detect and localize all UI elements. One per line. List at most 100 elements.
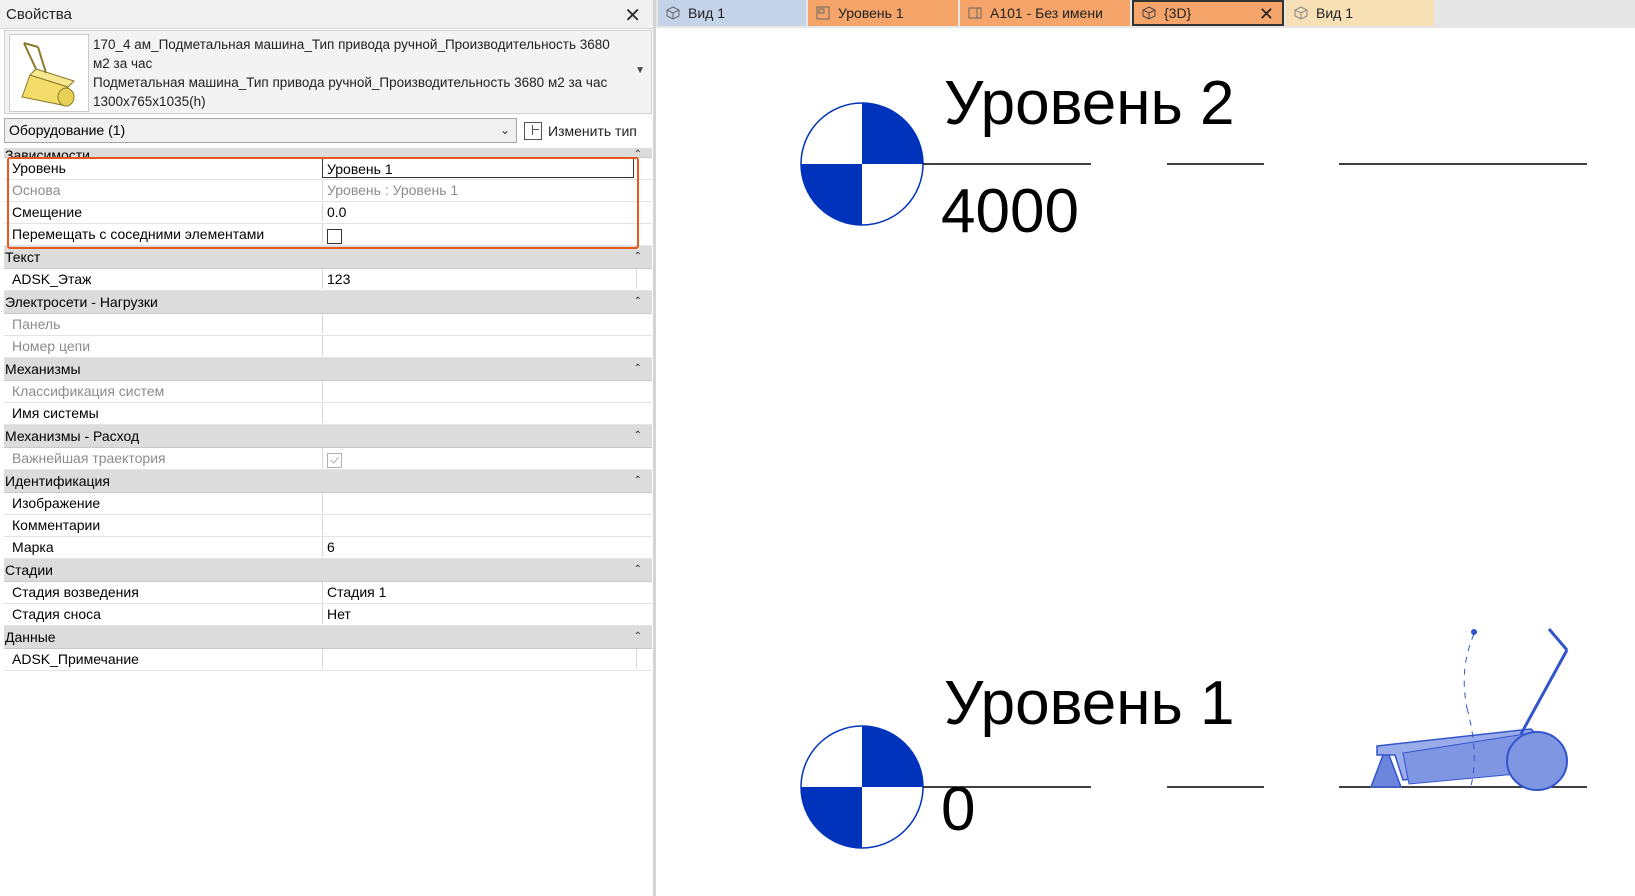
- scrollbar[interactable]: [636, 269, 650, 289]
- level-2-name[interactable]: Уровень 2: [944, 68, 1235, 139]
- prop-value-input[interactable]: Стадия 1: [322, 582, 634, 602]
- collapse-icon[interactable]: ⌃: [634, 559, 642, 581]
- close-icon[interactable]: ✕: [1259, 4, 1274, 25]
- sweeper-machine[interactable]: [1369, 628, 1569, 791]
- prop-value-input[interactable]: [322, 649, 634, 669]
- prop-value: Уровень : Уровень 1: [322, 180, 634, 200]
- prop-row-level[interactable]: Уровень Уровень 1: [4, 158, 652, 180]
- section-title: Идентификация: [5, 473, 110, 489]
- chevron-down-icon[interactable]: ⌄: [500, 119, 510, 142]
- prop-value: [322, 336, 634, 356]
- prop-row-phase-created[interactable]: Стадия возведения Стадия 1: [4, 582, 652, 604]
- 3d-view-icon: [666, 6, 680, 20]
- section-mechanical[interactable]: Механизмы ⌃: [4, 358, 652, 381]
- tab-label: Вид 1: [688, 5, 726, 21]
- section-identity[interactable]: Идентификация ⌃: [4, 470, 652, 493]
- prop-row-comments[interactable]: Комментарии: [4, 515, 652, 537]
- floor-plan-icon: [816, 6, 830, 20]
- edit-type-button[interactable]: Изменить тип: [524, 118, 637, 143]
- view-canvas[interactable]: Уровень 2 4000 Уровень 1 0: [659, 28, 1635, 896]
- level-1-name[interactable]: Уровень 1: [944, 668, 1235, 739]
- prop-value-input[interactable]: 0.0: [322, 202, 634, 222]
- prop-value: [322, 381, 634, 401]
- prop-label: Панель: [12, 316, 61, 332]
- prop-row-image[interactable]: Изображение: [4, 493, 652, 515]
- prop-row-floor[interactable]: ADSK_Этаж 123: [4, 269, 652, 291]
- prop-row-critical-path: Важнейшая траектория: [4, 448, 652, 470]
- tab-label: Вид 1: [1316, 5, 1354, 21]
- section-title: Механизмы: [5, 361, 81, 377]
- level-1-elevation[interactable]: 0: [941, 774, 975, 845]
- tab-label: Уровень 1: [838, 5, 904, 21]
- checkbox[interactable]: [327, 228, 342, 244]
- prop-label: Смещение: [12, 204, 83, 220]
- prop-value-input[interactable]: [322, 493, 634, 513]
- collapse-icon[interactable]: ⌃: [634, 246, 642, 268]
- section-text[interactable]: Текст ⌃: [4, 246, 652, 269]
- section-title: Стадии: [5, 562, 53, 578]
- prop-row-note[interactable]: ADSK_Примечание: [4, 649, 652, 671]
- prop-row-panel: Панель: [4, 314, 652, 336]
- prop-value-input[interactable]: 123: [322, 269, 634, 289]
- section-title: Данные: [5, 629, 56, 645]
- prop-label: Стадия сноса: [12, 606, 101, 622]
- section-title: Электросети - Нагрузки: [5, 294, 158, 310]
- prop-row-mark[interactable]: Марка 6: [4, 537, 652, 559]
- family-thumbnail: [9, 34, 89, 112]
- collapse-icon[interactable]: ⌃: [634, 425, 642, 447]
- collapse-icon[interactable]: ⌃: [634, 358, 642, 380]
- category-filter-value: Оборудование (1): [9, 122, 126, 138]
- prop-row-phase-demolished[interactable]: Стадия сноса Нет: [4, 604, 652, 626]
- prop-value-input[interactable]: Нет: [322, 604, 634, 624]
- collapse-icon[interactable]: ⌃: [634, 291, 642, 313]
- elevation-drawing: [800, 102, 1587, 849]
- sheet-icon: [968, 7, 982, 19]
- category-filter-select[interactable]: Оборудование (1) ⌄: [4, 118, 517, 143]
- prop-value-input[interactable]: [322, 515, 634, 535]
- view-tabs: Вид 1 Уровень 1 A101 - Без имени {3D} ✕ …: [656, 0, 1635, 28]
- properties-title: Свойства: [6, 5, 72, 23]
- prop-value-input[interactable]: [322, 403, 634, 423]
- prop-value-input[interactable]: Уровень 1: [322, 158, 634, 178]
- tab-view-1-second[interactable]: Вид 1: [1286, 0, 1434, 26]
- prop-value: [322, 448, 634, 468]
- prop-row-offset[interactable]: Смещение 0.0: [4, 202, 652, 224]
- prop-label: Изображение: [12, 495, 101, 511]
- edit-type-icon: [524, 121, 542, 140]
- tab-level-1[interactable]: Уровень 1: [808, 0, 958, 26]
- tab-sheet-a101[interactable]: A101 - Без имени: [960, 0, 1130, 26]
- prop-value-input[interactable]: 6: [322, 537, 634, 557]
- dropdown-arrow-icon[interactable]: ▼: [635, 65, 645, 76]
- prop-value: [322, 224, 634, 244]
- prop-label: Уровень: [12, 160, 66, 176]
- level-2-marker[interactable]: [800, 102, 924, 226]
- section-phasing[interactable]: Стадии ⌃: [4, 559, 652, 582]
- section-constraints[interactable]: Зависимости ⌃: [4, 148, 652, 158]
- prop-label: Основа: [12, 182, 61, 198]
- prop-row-moves-with-nearby[interactable]: Перемещать с соседними элементами: [4, 224, 652, 246]
- 3d-view-icon: [1142, 6, 1156, 20]
- prop-label: Марка: [12, 539, 54, 555]
- section-electrical[interactable]: Электросети - Нагрузки ⌃: [4, 291, 652, 314]
- collapse-icon[interactable]: ⌃: [634, 148, 642, 157]
- level-1-marker[interactable]: [800, 725, 924, 849]
- collapse-icon[interactable]: ⌃: [634, 626, 642, 648]
- scrollbar[interactable]: [636, 649, 650, 669]
- prop-label: Важнейшая траектория: [12, 450, 166, 466]
- 3d-view-icon: [1294, 6, 1308, 20]
- prop-row-system-name[interactable]: Имя системы: [4, 403, 652, 425]
- collapse-icon[interactable]: ⌃: [634, 470, 642, 492]
- tab-3d-active[interactable]: {3D} ✕: [1132, 0, 1284, 26]
- section-mechanical-flow[interactable]: Механизмы - Расход ⌃: [4, 425, 652, 448]
- close-icon[interactable]: ✕: [624, 3, 641, 28]
- prop-label: ADSK_Примечание: [12, 651, 139, 667]
- section-title: Текст: [5, 249, 41, 265]
- section-title: Зависимости: [5, 148, 90, 158]
- tab-view-1[interactable]: Вид 1: [658, 0, 806, 26]
- level-2-elevation[interactable]: 4000: [941, 176, 1079, 247]
- section-data[interactable]: Данные ⌃: [4, 626, 652, 649]
- prop-label: Перемещать с соседними элементами: [12, 226, 265, 242]
- prop-label: Номер цепи: [12, 338, 91, 354]
- type-selector[interactable]: 170_4 ам_Подметальная машина_Тип привода…: [4, 30, 652, 114]
- filter-row: Оборудование (1) ⌄ Изменить тип: [4, 118, 652, 144]
